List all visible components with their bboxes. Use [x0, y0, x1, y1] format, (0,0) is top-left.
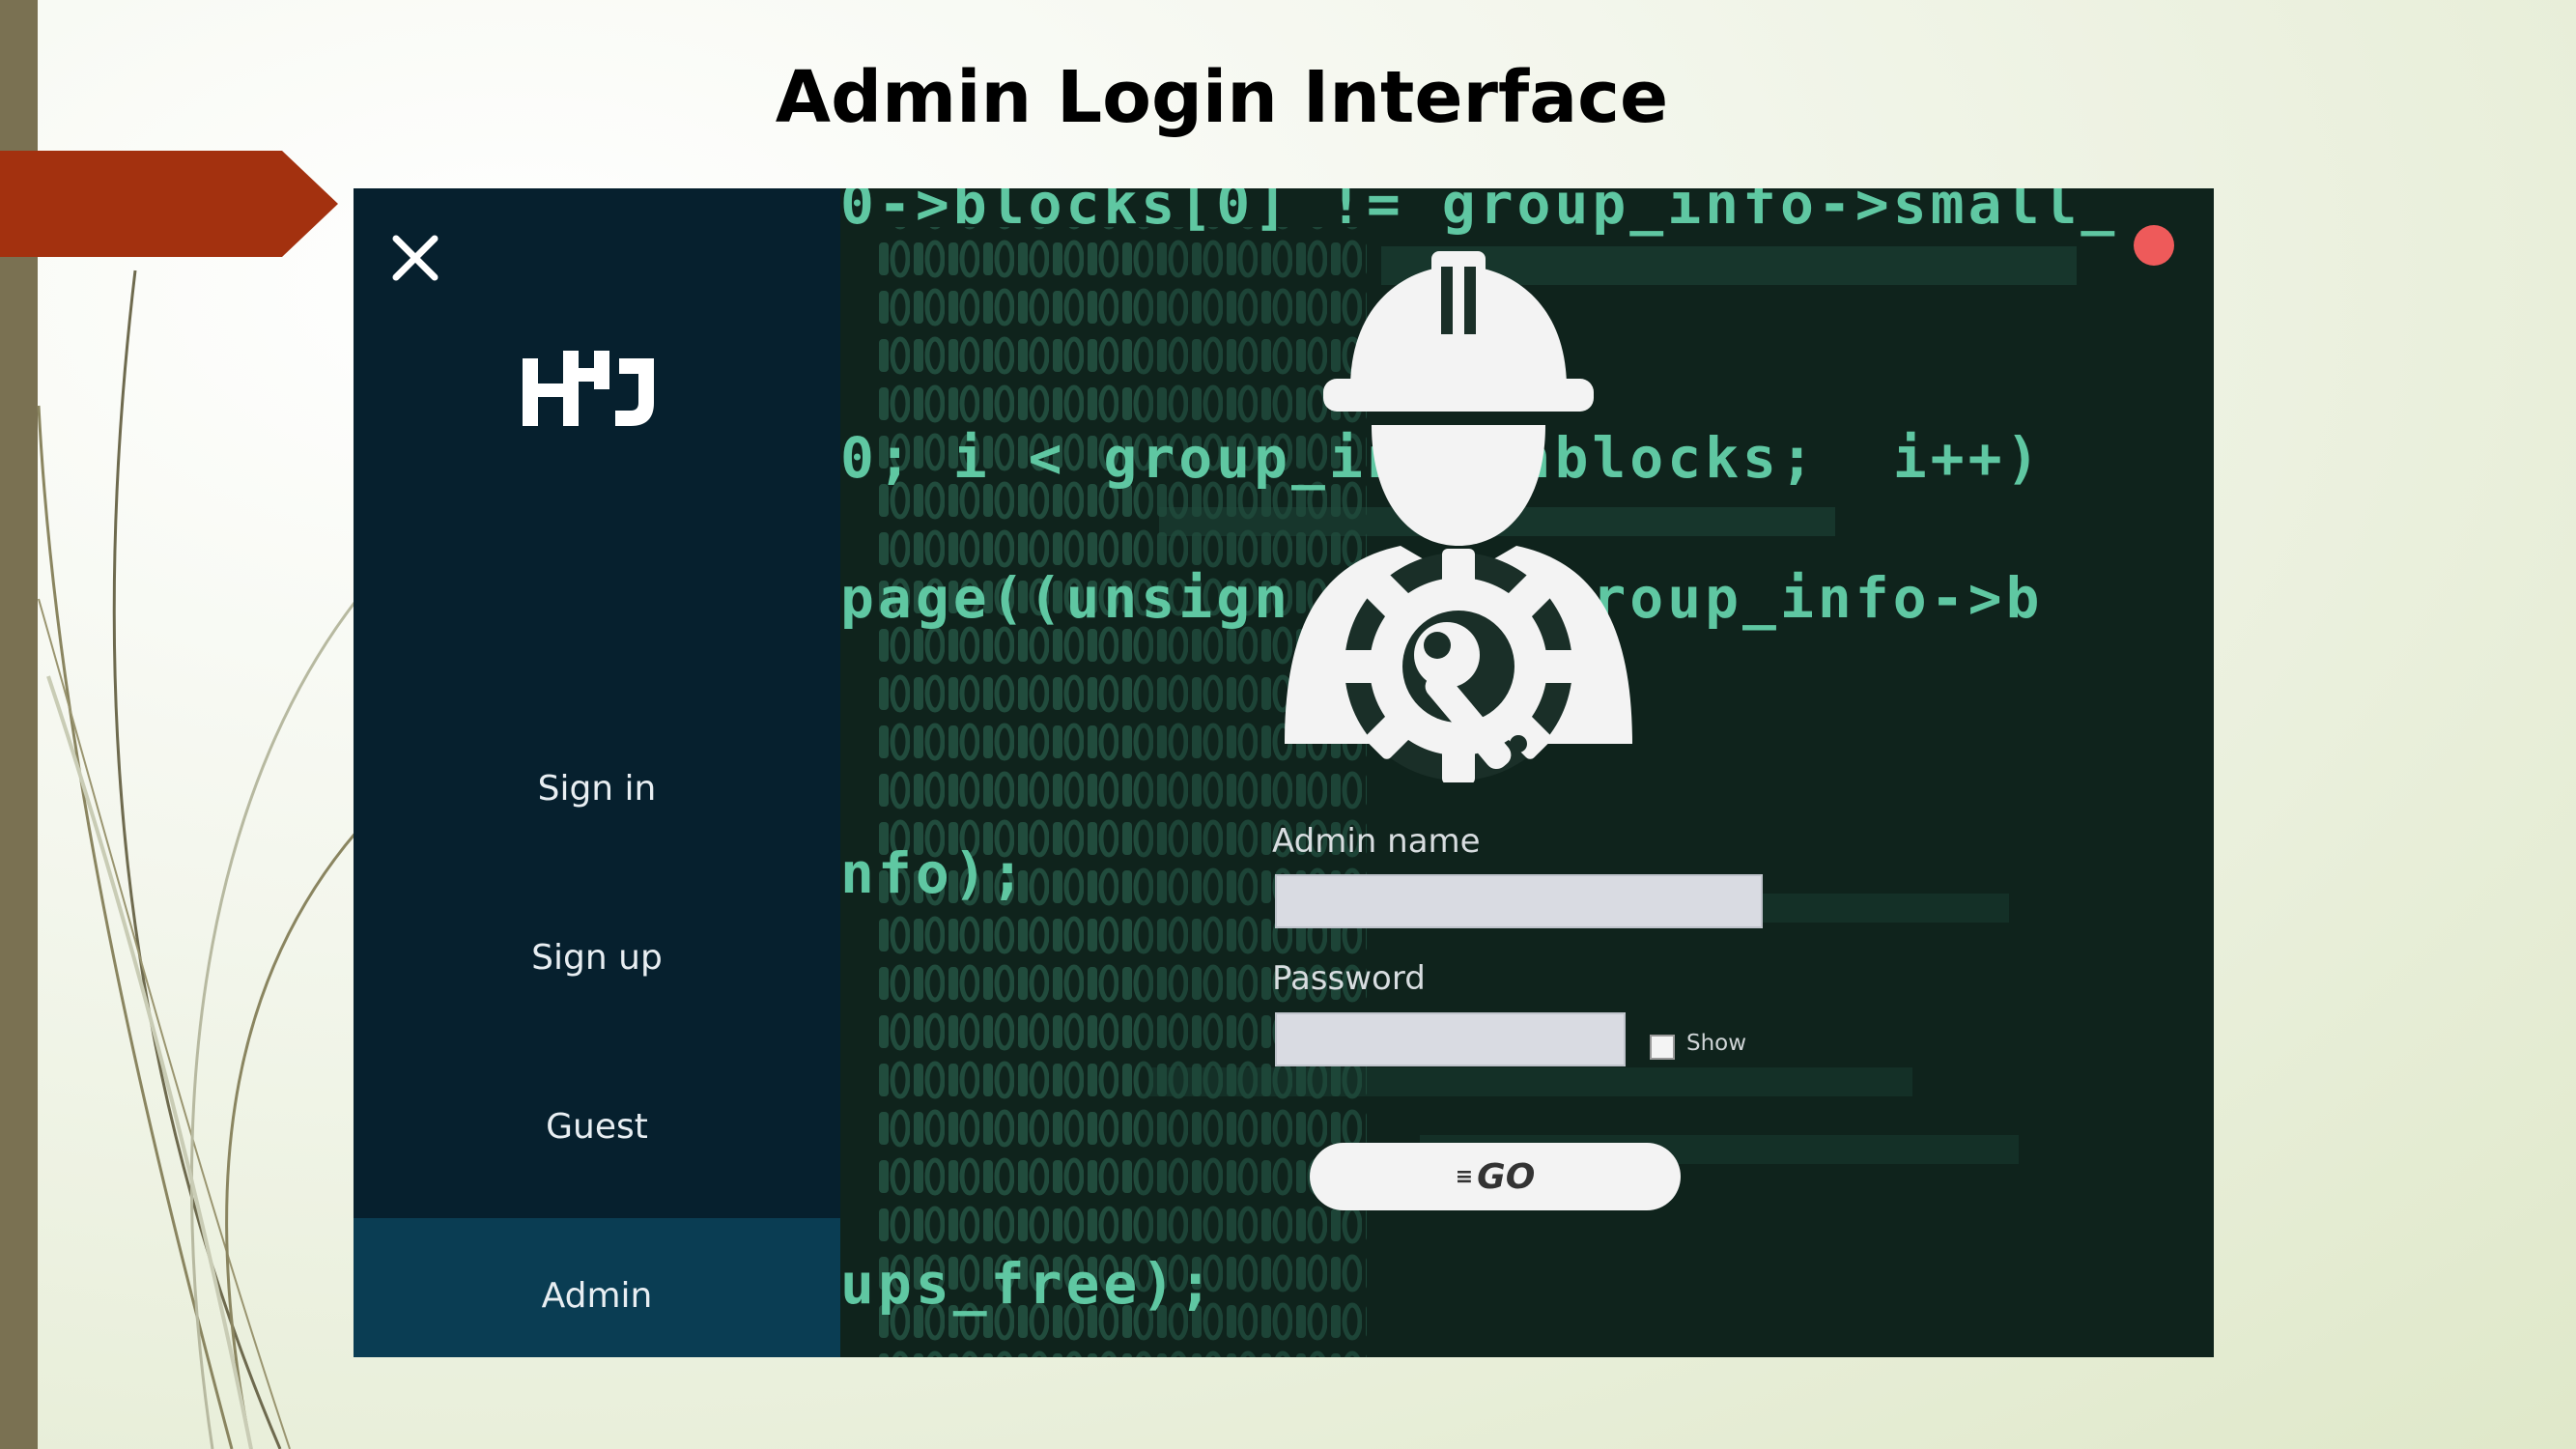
- code-line: ups_free);: [840, 1251, 1217, 1317]
- admin-settings-icon: [1285, 251, 1632, 782]
- login-panel: 0->blocks[0] != group_info->small_ 0; i …: [840, 188, 2214, 1357]
- sidebar-item-guest[interactable]: Guest: [354, 1049, 840, 1204]
- password-label: Password: [1272, 959, 1426, 998]
- sidebar: Sign in Sign up Guest Admin: [354, 188, 840, 1357]
- slide-arrow-marker: [0, 151, 338, 257]
- code-line: 0->blocks[0] != group_info->small_: [840, 188, 2119, 237]
- admin-name-label: Admin name: [1272, 822, 1481, 861]
- go-button-label: GO: [1477, 1156, 1536, 1197]
- close-icon[interactable]: [386, 229, 444, 287]
- password-field[interactable]: [1275, 1012, 1626, 1066]
- code-line: nfo);: [840, 840, 1029, 906]
- show-password-checkbox[interactable]: [1650, 1035, 1675, 1060]
- app-logo: [523, 351, 654, 426]
- status-dot[interactable]: [2134, 225, 2174, 266]
- sidebar-item-sign-in[interactable]: Sign in: [354, 711, 840, 866]
- sidebar-item-sign-up[interactable]: Sign up: [354, 880, 840, 1035]
- admin-name-field[interactable]: [1275, 874, 1763, 928]
- sidebar-item-admin[interactable]: Admin: [354, 1218, 840, 1357]
- go-button-speed-lines: ≡: [1455, 1164, 1474, 1189]
- go-button[interactable]: ≡ GO: [1310, 1143, 1681, 1210]
- show-password-label: Show: [1686, 1031, 1747, 1056]
- app-window: Sign in Sign up Guest Admin 0->blocks[0]…: [354, 188, 2214, 1357]
- slide-title: Admin Login Interface: [775, 56, 1669, 139]
